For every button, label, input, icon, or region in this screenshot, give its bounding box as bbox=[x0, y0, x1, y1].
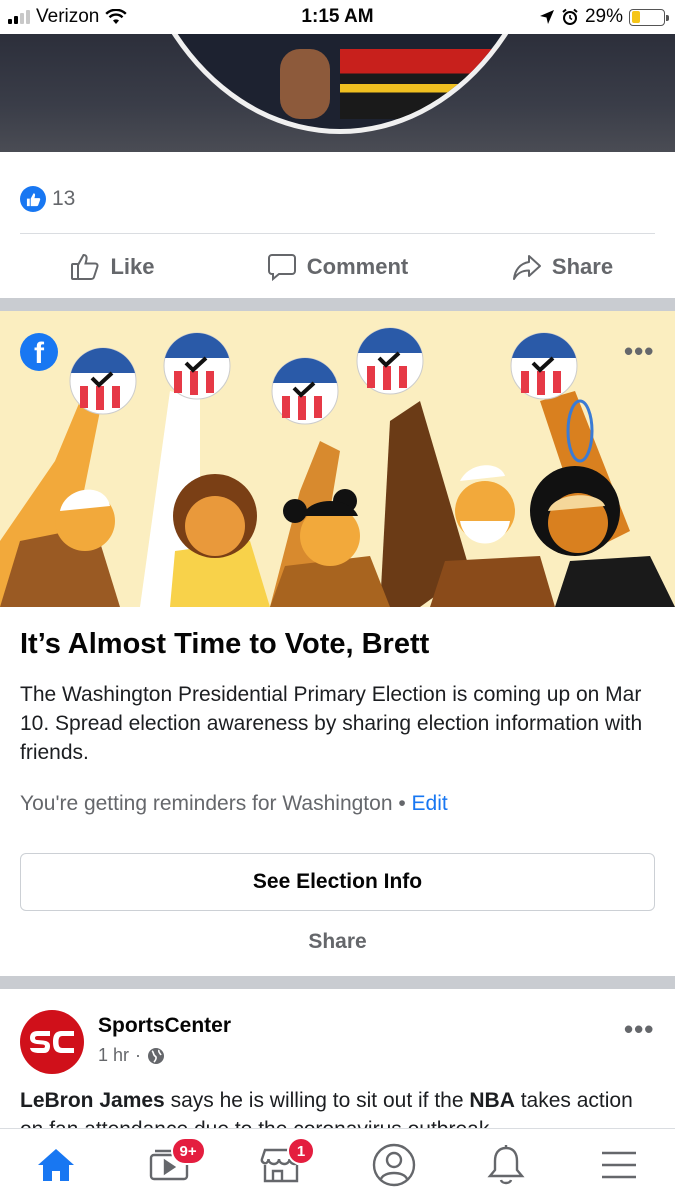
bottom-tab-bar: 9+ 1 bbox=[0, 1128, 675, 1200]
watch-badge: 9+ bbox=[170, 1137, 206, 1165]
feed-separator bbox=[0, 298, 675, 311]
comment-icon bbox=[267, 254, 296, 282]
post-meta: 1 hr · bbox=[98, 1045, 165, 1066]
see-election-info-button[interactable]: See Election Info bbox=[20, 853, 655, 911]
battery-icon bbox=[629, 8, 669, 26]
tab-home[interactable] bbox=[0, 1129, 113, 1200]
profile-icon bbox=[372, 1143, 415, 1186]
post-more-options-icon[interactable]: ••• bbox=[624, 1016, 654, 1042]
tab-notifications[interactable] bbox=[450, 1129, 563, 1200]
alarm-icon bbox=[562, 8, 578, 25]
thumbs-up-icon bbox=[71, 253, 100, 280]
feed-separator bbox=[0, 976, 675, 989]
bell-icon bbox=[487, 1144, 525, 1184]
edit-reminders-link[interactable]: Edit bbox=[412, 792, 448, 815]
election-card-body: The Washington Presidential Primary Elec… bbox=[20, 683, 643, 764]
comment-label: Comment bbox=[306, 254, 409, 279]
facebook-logo-icon: f bbox=[20, 333, 58, 371]
sportscenter-avatar[interactable] bbox=[20, 1010, 84, 1074]
reminder-line: You're getting reminders for Washington … bbox=[20, 792, 448, 816]
reminder-separator: • bbox=[398, 792, 406, 815]
comment-button[interactable]: Comment bbox=[225, 236, 450, 298]
election-illustration bbox=[0, 311, 675, 607]
marketplace-badge: 1 bbox=[287, 1137, 315, 1165]
like-label: Like bbox=[110, 254, 155, 279]
post-author-name[interactable]: SportsCenter bbox=[98, 1014, 231, 1038]
location-arrow-icon bbox=[539, 10, 554, 24]
election-share-button[interactable]: Share bbox=[0, 930, 675, 954]
reminder-text: You're getting reminders for Washington bbox=[20, 792, 393, 815]
home-icon bbox=[38, 1148, 75, 1181]
more-options-icon[interactable]: ••• bbox=[624, 338, 654, 364]
share-label: Share bbox=[551, 254, 614, 279]
tab-marketplace[interactable]: 1 bbox=[225, 1129, 338, 1200]
battery-percent: 29% bbox=[584, 6, 623, 27]
share-arrow-icon bbox=[512, 255, 541, 280]
tab-menu[interactable] bbox=[563, 1129, 675, 1200]
reaction-count: 13 bbox=[52, 187, 76, 210]
divider bbox=[20, 233, 655, 234]
post-text-part[interactable]: LeBron James bbox=[20, 1089, 165, 1112]
tab-watch[interactable]: 9+ bbox=[113, 1129, 226, 1200]
post-text-part[interactable]: NBA bbox=[469, 1089, 515, 1112]
election-card-title: It’s Almost Time to Vote, Brett bbox=[20, 628, 430, 660]
reaction-summary[interactable]: 13 bbox=[20, 186, 75, 212]
post-text: LeBron James says he is willing to sit o… bbox=[20, 1086, 660, 1128]
globe-icon bbox=[148, 1047, 165, 1064]
post-time[interactable]: 1 hr bbox=[98, 1045, 129, 1066]
share-button[interactable]: Share bbox=[450, 236, 675, 298]
status-bar: Verizon 1:15 AM 29% bbox=[0, 0, 675, 34]
like-reaction-icon bbox=[20, 186, 46, 212]
sportscenter-logo-icon bbox=[30, 1031, 74, 1053]
tab-profile[interactable] bbox=[338, 1129, 451, 1200]
post-text-part: says he is willing to sit out if the bbox=[164, 1089, 470, 1112]
post-actions: Like Comment Share bbox=[0, 236, 675, 298]
menu-icon bbox=[601, 1151, 636, 1178]
meta-separator: · bbox=[135, 1045, 142, 1065]
like-button[interactable]: Like bbox=[0, 236, 225, 298]
previous-post-photo[interactable] bbox=[0, 34, 675, 152]
